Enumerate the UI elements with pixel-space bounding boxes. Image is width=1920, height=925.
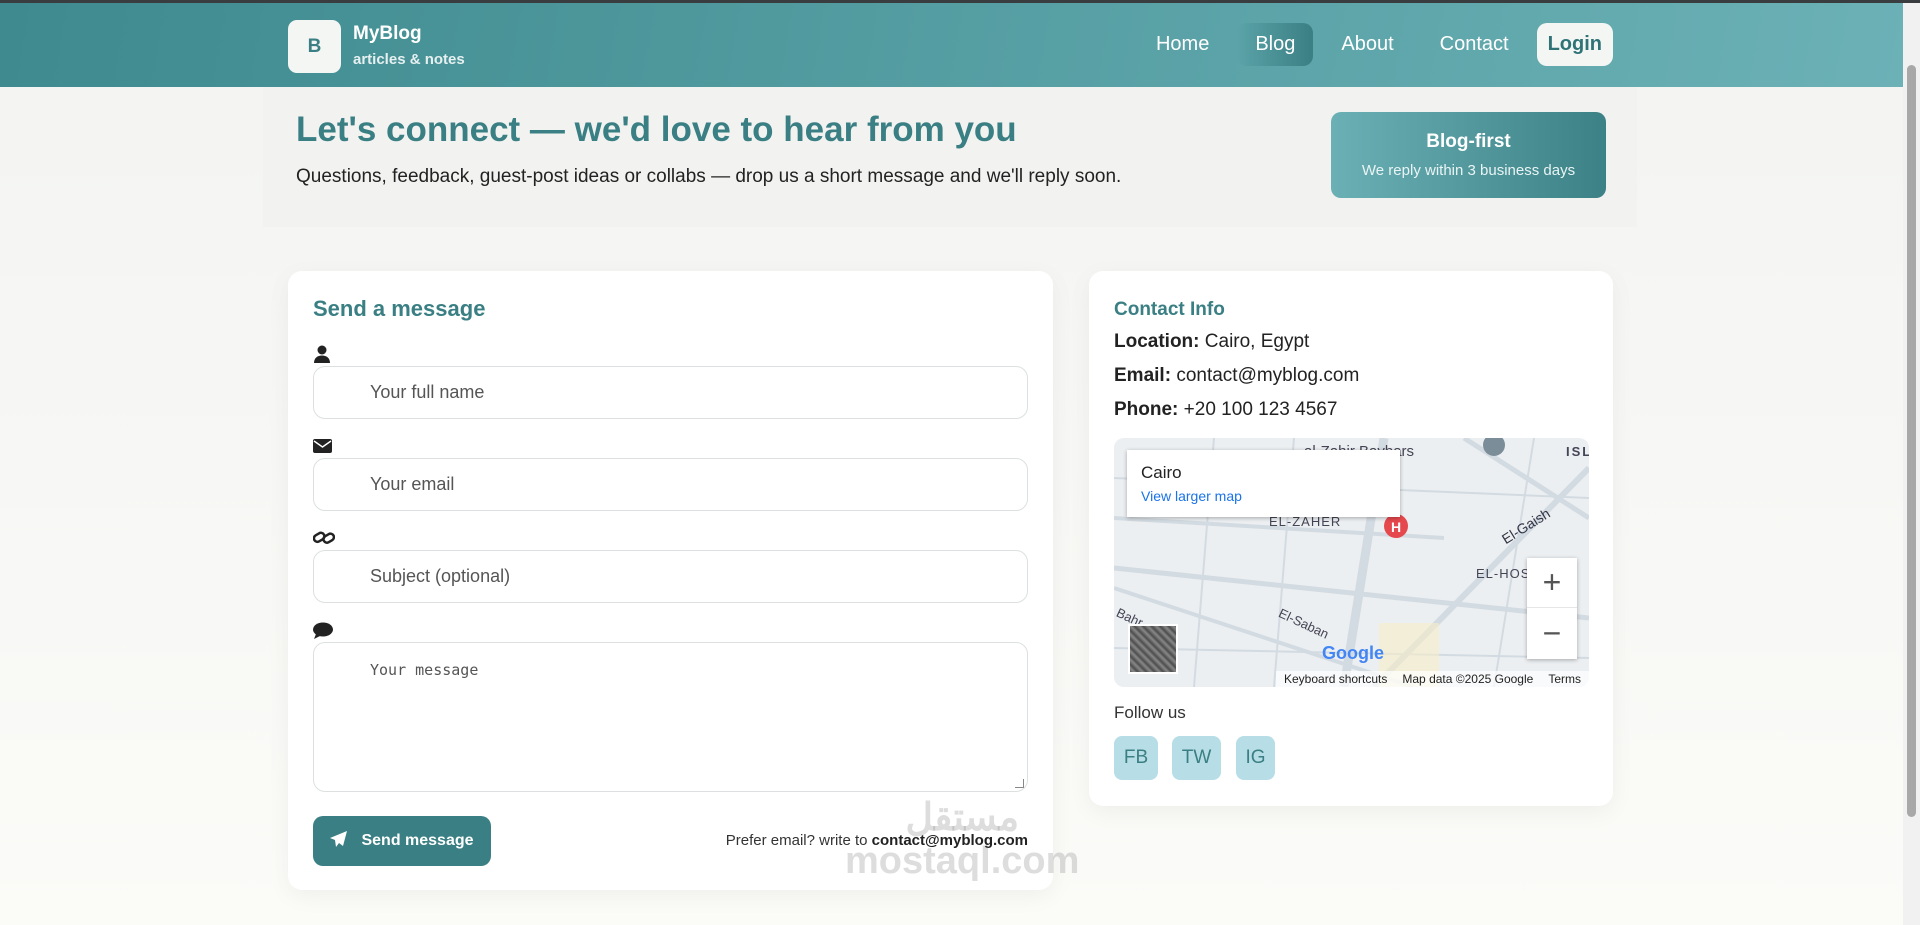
instagram-button[interactable]: IG [1236,736,1275,780]
contact-info-card: Contact Info Location: Cairo, Egypt Emai… [1089,271,1613,806]
email-label: Email: [1114,365,1172,386]
terms-link[interactable]: Terms [1548,672,1581,686]
phone-value: +20 100 123 4567 [1183,399,1338,420]
nav-contact[interactable]: Contact [1422,23,1527,66]
embedded-map[interactable]: H al-Zahir Baybars EL-ZAHER El-Gaish EL-… [1114,438,1589,687]
svg-text:H: H [1391,519,1401,535]
paper-plane-icon [330,830,348,852]
keyboard-shortcuts-link[interactable]: Keyboard shortcuts [1284,672,1387,686]
brand-name: MyBlog [353,23,422,44]
satellite-toggle[interactable] [1128,624,1178,674]
location-value: Cairo, Egypt [1204,331,1310,352]
email-value: contact@myblog.com [1176,365,1360,386]
brand-tagline: articles & notes [353,51,465,68]
map-place-name: Cairo [1141,463,1182,482]
login-button[interactable]: Login [1536,23,1613,66]
scrollbar-thumb[interactable] [1907,65,1916,817]
contact-info-title: Contact Info [1114,299,1225,320]
main-nav: Home Blog About Contact Login [1138,23,1613,66]
watermark-arabic: مستقل [905,797,1020,839]
map-data-text: Map data ©2025 Google [1402,672,1534,686]
nav-home[interactable]: Home [1138,23,1227,66]
link-icon [313,526,1028,550]
comment-icon [313,618,1028,642]
scrollbar[interactable] [1903,3,1920,925]
zoom-in-button[interactable]: + [1527,558,1577,608]
map-label: ISL [1566,444,1589,459]
twitter-button[interactable]: TW [1172,736,1221,780]
phone-label: Phone: [1114,399,1179,420]
page-title: Let's connect — we'd love to hear from y… [296,110,1017,149]
email-row: Email: contact@myblog.com [1114,365,1588,387]
map-label: EL-HOS [1476,566,1531,581]
envelope-icon [313,434,1028,458]
send-label: Send message [361,832,474,849]
map-place-popup: Cairo View larger map [1127,450,1400,517]
location-label: Location: [1114,331,1200,352]
location-row: Location: Cairo, Egypt [1114,331,1588,353]
subject-input[interactable]: Subject (optional) [313,550,1028,603]
map-zoom-controls: + − [1527,558,1577,659]
watermark: مستقل mostaql.com [845,795,1079,883]
message-textarea[interactable]: Your message [313,642,1028,792]
send-message-button[interactable]: Send message [313,816,491,866]
brand[interactable]: MyBlog articles & notes [353,23,465,68]
phone-row: Phone: +20 100 123 4567 [1114,399,1588,421]
view-larger-map-link[interactable]: View larger map [1141,488,1386,504]
map-attribution: Keyboard shortcuts Map data ©2025 Google… [1276,671,1589,687]
badge-subtitle: We reply within 3 business days [1361,162,1576,179]
follow-us-label: Follow us [1114,703,1186,722]
nav-about[interactable]: About [1323,23,1411,66]
form-title: Send a message [313,296,486,321]
logo[interactable]: B [288,20,341,73]
facebook-button[interactable]: FB [1114,736,1158,780]
badge-title: Blog-first [1426,131,1511,152]
watermark-latin: mostaql.com [845,840,1080,882]
zoom-out-button[interactable]: − [1527,608,1577,658]
reply-badge: Blog-first We reply within 3 business da… [1331,112,1606,198]
email-input[interactable]: Your email [313,458,1028,511]
google-logo: Google [1322,643,1384,663]
user-icon [313,342,1028,366]
page-subtitle: Questions, feedback, guest-post ideas or… [296,166,1122,187]
site-header: B MyBlog articles & notes Home Blog Abou… [0,3,1903,87]
nav-blog[interactable]: Blog [1237,23,1314,66]
name-input[interactable]: Your full name [313,366,1028,419]
